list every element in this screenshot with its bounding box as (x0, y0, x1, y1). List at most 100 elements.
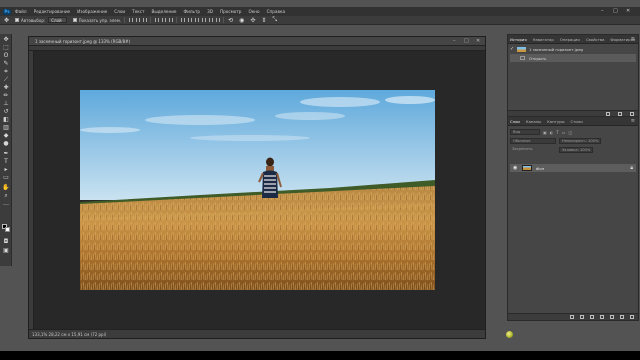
3d-drag-icon[interactable]: ✣ (250, 17, 255, 24)
filter-type-icon[interactable]: T (556, 130, 558, 135)
marquee-tool-icon[interactable]: ⬚ (2, 44, 10, 51)
menu-3d[interactable]: 3D (207, 9, 213, 14)
dodge-tool-icon[interactable]: ● (2, 140, 10, 147)
filter-smart-object-icon[interactable]: ◫ (569, 130, 573, 135)
quick-select-tool-icon[interactable]: ✎ (2, 60, 10, 67)
new-layer-icon[interactable] (620, 315, 624, 319)
panel-menu-icon[interactable]: ≡ (631, 118, 635, 124)
3d-slide-icon[interactable]: ⇕ (261, 17, 266, 24)
align-middle-icon[interactable] (162, 18, 167, 22)
filter-pixel-icon[interactable]: ▣ (543, 130, 547, 135)
menu-image[interactable]: Изображение (77, 9, 107, 14)
tab-styles[interactable]: Стили (571, 119, 583, 124)
menu-type[interactable]: Текст (132, 9, 144, 14)
layer-style-icon[interactable] (580, 315, 584, 319)
history-state-open[interactable]: Открыть (510, 54, 636, 62)
menu-select[interactable]: Выделение (152, 9, 177, 14)
history-brush-tool-icon[interactable]: ↺ (2, 108, 10, 115)
brush-tool-icon[interactable]: ✏ (2, 92, 10, 99)
menu-filter[interactable]: Фильтр (184, 9, 201, 14)
canvas-image[interactable] (80, 90, 435, 290)
history-snapshot[interactable]: ✓ 1 засеянный горизонт.jpeg (510, 45, 636, 53)
menu-view[interactable]: Просмотр (220, 9, 242, 14)
type-tool-icon[interactable]: T (2, 158, 10, 165)
filter-shape-icon[interactable]: ▭ (562, 130, 566, 135)
blend-mode-dropdown[interactable]: Обычные (510, 138, 556, 144)
photoshop-window: Ps Файл Редактирование Изображение Слои … (0, 0, 640, 351)
autoselect-checkbox[interactable] (15, 18, 20, 22)
options-bar: ✥ Автовыбор: Слой Показать упр. элем. ⟲ … (0, 16, 640, 25)
lock-icon[interactable]: 🔒︎ (630, 165, 633, 171)
crop-tool-icon[interactable]: ⌗ (2, 68, 10, 75)
maximize-button[interactable]: □ (613, 8, 618, 14)
close-button[interactable]: ✕ (626, 8, 630, 14)
menu-file[interactable]: Файл (15, 9, 27, 14)
menu-window[interactable]: Окно (248, 9, 259, 14)
tab-channels[interactable]: Каналы (526, 119, 541, 124)
menu-edit[interactable]: Редактирование (34, 9, 71, 14)
align-center-icon[interactable] (136, 18, 141, 22)
3d-rotate-icon[interactable]: ⟲ (228, 17, 233, 24)
healing-brush-tool-icon[interactable]: ✚ (2, 84, 10, 91)
opacity-field[interactable]: Непрозрачн.: 100% (559, 138, 602, 144)
tab-history[interactable]: История (510, 37, 527, 42)
layer-background[interactable]: ◉ Фон 🔒︎ (510, 164, 636, 172)
history-brush-source-icon[interactable]: ✓ (510, 46, 515, 52)
move-tool-icon[interactable]: ✥ (2, 36, 10, 43)
layers-panel-tabs: Слои Каналы Контуры Стили ≡ (508, 117, 638, 126)
align-left-icon[interactable] (129, 18, 134, 22)
clone-stamp-tool-icon[interactable]: ⊥ (2, 100, 10, 107)
menu-layers[interactable]: Слои (114, 9, 125, 14)
doc-close-button[interactable]: ✕ (476, 38, 480, 44)
snapshot-thumbnail (517, 46, 526, 52)
distribute-left-icon[interactable] (202, 18, 207, 22)
eyedropper-tool-icon[interactable]: ⟋ (2, 76, 10, 83)
distribute-top-icon[interactable] (181, 18, 186, 22)
background-color-swatch[interactable] (5, 227, 10, 232)
align-top-icon[interactable] (155, 18, 160, 22)
move-tool-icon[interactable]: ✥ (4, 17, 9, 24)
document-tab[interactable]: 1 засеянный горизонт.jpeg @ 133% (RGB/8#… (29, 37, 485, 46)
doc-maximize-button[interactable]: □ (464, 38, 469, 44)
link-layers-icon[interactable] (570, 315, 574, 319)
distribute-hcenter-icon[interactable] (209, 18, 214, 22)
distribute-center-icon[interactable] (188, 18, 193, 22)
tab-properties[interactable]: Свойства (586, 37, 605, 42)
blur-tool-icon[interactable]: ◆ (2, 132, 10, 139)
layer-kind-filter[interactable]: Вид (510, 129, 540, 135)
path-select-tool-icon[interactable]: ▸ (2, 166, 10, 173)
fill-field[interactable]: Заливка: 100% (559, 147, 594, 153)
align-bottom-icon[interactable] (169, 18, 174, 22)
distribute-right-icon[interactable] (216, 18, 221, 22)
distribute-bottom-icon[interactable] (195, 18, 200, 22)
tab-paths[interactable]: Контуры (547, 119, 564, 124)
new-group-icon[interactable] (610, 315, 614, 319)
trash-icon[interactable] (630, 315, 634, 319)
doc-minimize-button[interactable]: – (453, 38, 456, 44)
3d-roll-icon[interactable]: ◉ (239, 17, 244, 24)
show-transform-checkbox[interactable] (72, 18, 77, 22)
add-mask-icon[interactable] (590, 315, 594, 319)
minimize-button[interactable]: – (601, 8, 604, 14)
lasso-tool-icon[interactable]: ʘ (2, 52, 10, 59)
menu-help[interactable]: Справка (267, 9, 285, 14)
tab-actions[interactable]: Операции (560, 37, 580, 42)
panel-menu-icon[interactable]: ≡ (631, 36, 635, 42)
eraser-tool-icon[interactable]: ◧ (2, 116, 10, 123)
hand-tool-icon[interactable]: ✋ (2, 184, 10, 191)
gradient-tool-icon[interactable]: ▥ (2, 124, 10, 131)
autoselect-dropdown[interactable]: Слой (48, 17, 67, 23)
pen-tool-icon[interactable]: ✒ (2, 150, 10, 157)
extra-tools-icon[interactable]: … (2, 200, 10, 207)
screen-mode-icon[interactable]: ▣ (2, 247, 10, 254)
visibility-eye-icon[interactable]: ◉ (513, 165, 519, 171)
tab-layers[interactable]: Слои (510, 119, 520, 124)
filter-adjustment-icon[interactable]: ◐ (550, 130, 554, 135)
quick-mask-icon[interactable]: ◘ (2, 238, 10, 245)
tab-navigator[interactable]: Навигатор (533, 37, 554, 42)
zoom-tool-icon[interactable]: ⌕ (2, 192, 10, 199)
3d-scale-icon[interactable]: ⤡ (272, 16, 277, 24)
shape-tool-icon[interactable]: ▭ (2, 174, 10, 181)
align-right-icon[interactable] (143, 18, 148, 22)
adjustment-layer-icon[interactable] (600, 315, 604, 319)
